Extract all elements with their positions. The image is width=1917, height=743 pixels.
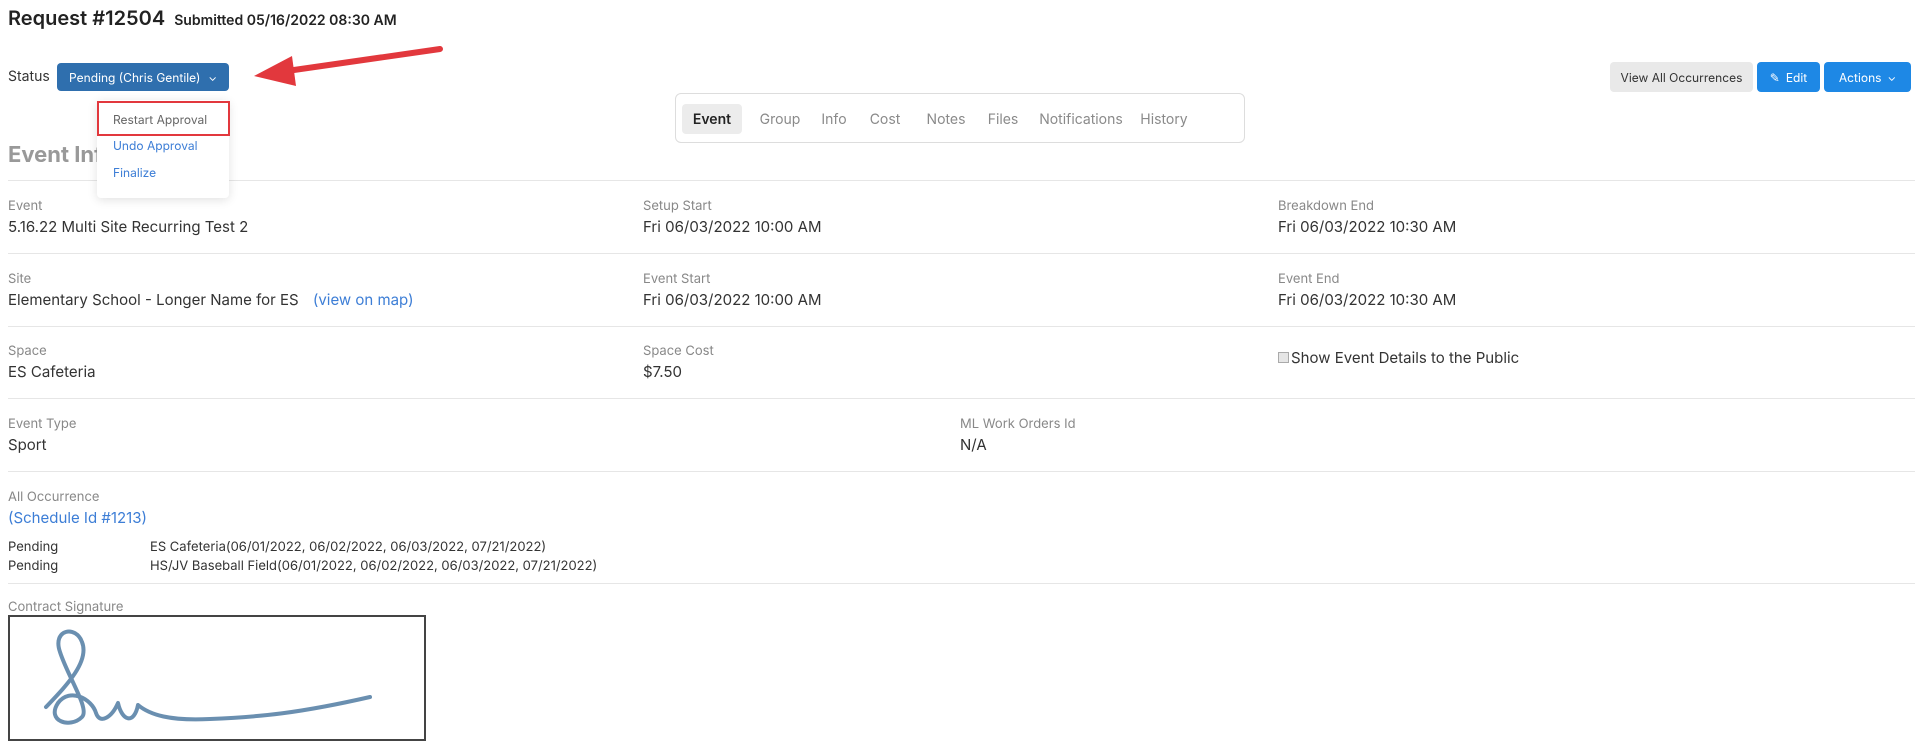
divider bbox=[8, 326, 1915, 327]
site-value-container: Elementary School - Longer Name for ES (… bbox=[8, 290, 414, 309]
divider bbox=[8, 398, 1915, 399]
event-end-label: Event End bbox=[1278, 271, 1340, 287]
pencil-icon: ✎ bbox=[1769, 69, 1780, 85]
event-value: 5.16.22 Multi Site Recurring Test 2 bbox=[8, 217, 249, 236]
chevron-down-icon: ⌄ bbox=[208, 70, 217, 84]
ml-work-orders-label: ML Work Orders Id bbox=[960, 416, 1076, 432]
highlight-box bbox=[97, 101, 230, 136]
actions-button-label: Actions bbox=[1838, 69, 1882, 85]
breakdown-end-value: Fri 06/03/2022 10:30 AM bbox=[1278, 217, 1457, 236]
menu-item-finalize[interactable]: Finalize bbox=[113, 165, 156, 180]
tab-notifications[interactable]: Notifications bbox=[1033, 104, 1129, 134]
status-label: Status bbox=[8, 68, 50, 85]
divider bbox=[8, 471, 1915, 472]
edit-button[interactable]: ✎ Edit bbox=[1757, 62, 1820, 92]
request-number: Request #12504 bbox=[8, 6, 166, 30]
status-button-label: Pending (Chris Gentile) bbox=[69, 69, 201, 85]
tab-history[interactable]: History bbox=[1136, 104, 1192, 134]
schedule-id-link[interactable]: (Schedule Id #1213) bbox=[8, 508, 147, 527]
chevron-down-icon: ⌄ bbox=[1887, 70, 1897, 84]
show-public-checkbox[interactable] bbox=[1278, 352, 1289, 363]
event-start-label: Event Start bbox=[643, 271, 711, 287]
ml-work-orders-value: N/A bbox=[960, 435, 987, 454]
site-label: Site bbox=[8, 271, 32, 287]
page-title: Request #12504 Submitted 05/16/2022 08:3… bbox=[8, 6, 397, 30]
submitted-date: Submitted 05/16/2022 08:30 AM bbox=[174, 12, 397, 29]
setup-start-value: Fri 06/03/2022 10:00 AM bbox=[643, 217, 822, 236]
setup-start-label: Setup Start bbox=[643, 198, 712, 214]
annotation-arrow-icon bbox=[254, 46, 443, 86]
space-cost-value: $7.50 bbox=[643, 362, 682, 381]
event-end-value: Fri 06/03/2022 10:30 AM bbox=[1278, 290, 1457, 309]
occurrence-status: Pending bbox=[8, 539, 59, 555]
tab-group[interactable]: Group bbox=[752, 104, 808, 134]
signature-box bbox=[8, 615, 426, 741]
event-label: Event bbox=[8, 198, 43, 214]
contract-signature-label: Contract Signature bbox=[8, 599, 124, 615]
tab-files[interactable]: Files bbox=[980, 104, 1026, 134]
divider bbox=[8, 253, 1915, 254]
tab-event[interactable]: Event bbox=[682, 104, 742, 134]
signature-drawing bbox=[44, 629, 372, 725]
divider bbox=[8, 583, 1915, 584]
occurrence-detail: HS/JV Baseball Field(06/01/2022, 06/02/2… bbox=[150, 558, 598, 574]
site-value: Elementary School - Longer Name for ES bbox=[8, 290, 299, 309]
view-on-map-link[interactable]: (view on map) bbox=[313, 290, 414, 309]
status-dropdown-button[interactable]: Pending (Chris Gentile) ⌄ bbox=[57, 63, 229, 91]
event-type-value: Sport bbox=[8, 435, 47, 454]
occurrence-detail: ES Cafeteria(06/01/2022, 06/02/2022, 06/… bbox=[150, 539, 547, 555]
show-public-label: Show Event Details to the Public bbox=[1291, 348, 1520, 367]
space-label: Space bbox=[8, 343, 47, 359]
menu-item-undo-approval[interactable]: Undo Approval bbox=[113, 138, 198, 153]
edit-button-label: Edit bbox=[1785, 69, 1808, 85]
tab-info[interactable]: Info bbox=[814, 104, 854, 134]
event-start-value: Fri 06/03/2022 10:00 AM bbox=[643, 290, 822, 309]
actions-button[interactable]: Actions ⌄ bbox=[1824, 62, 1911, 92]
tab-bar: Event Group Info Cost Notes Files Notifi… bbox=[675, 93, 1245, 143]
tab-notes[interactable]: Notes bbox=[918, 104, 974, 134]
space-value: ES Cafeteria bbox=[8, 362, 96, 381]
tab-cost[interactable]: Cost bbox=[862, 104, 908, 134]
space-cost-label: Space Cost bbox=[643, 343, 714, 359]
event-type-label: Event Type bbox=[8, 416, 77, 432]
occurrence-status: Pending bbox=[8, 558, 59, 574]
show-public-row: Show Event Details to the Public bbox=[1278, 348, 1519, 367]
all-occurrence-label: All Occurrence bbox=[8, 489, 100, 505]
view-all-occurrences-button[interactable]: View All Occurrences bbox=[1610, 62, 1753, 92]
breakdown-end-label: Breakdown End bbox=[1278, 198, 1374, 214]
divider bbox=[8, 180, 1915, 181]
